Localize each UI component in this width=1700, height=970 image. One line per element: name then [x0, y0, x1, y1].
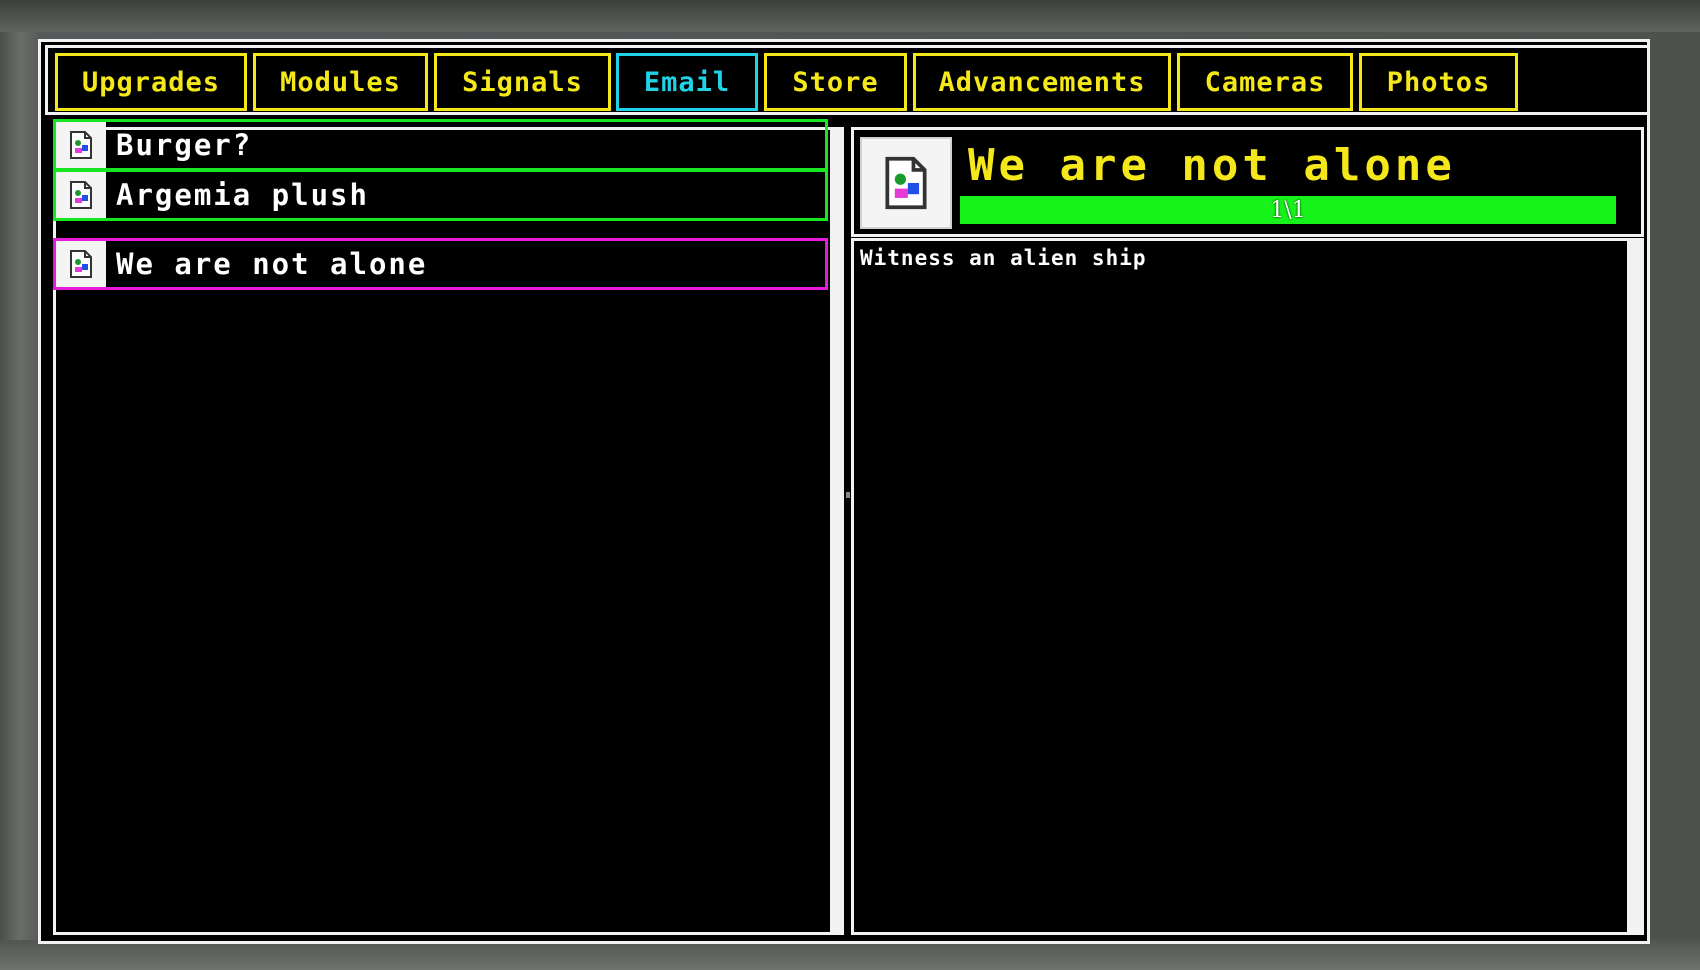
email-detail-title: We are not alone	[968, 140, 1456, 191]
email-list-item-selected[interactable]: We are not alone	[53, 238, 828, 290]
missing-image-icon	[56, 122, 106, 168]
tab-cameras[interactable]: Cameras	[1177, 53, 1353, 111]
email-detail-description: Witness an alien ship	[860, 246, 1147, 270]
tab-store[interactable]: Store	[764, 53, 907, 111]
tab-photos[interactable]: Photos	[1359, 53, 1518, 111]
email-subject: Argemia plush	[116, 178, 369, 212]
email-list-item[interactable]: Burger?	[53, 119, 828, 171]
panel-divider-handle[interactable]	[846, 492, 850, 498]
monitor-frame-top	[0, 0, 1700, 32]
tab-advancements[interactable]: Advancements	[913, 53, 1171, 111]
progress-bar: 1\1	[960, 196, 1616, 224]
email-detail-body	[851, 238, 1644, 935]
tab-signals[interactable]: Signals	[434, 53, 611, 111]
email-list-scrollbar[interactable]	[830, 127, 843, 935]
email-subject: We are not alone	[116, 247, 428, 281]
missing-image-icon	[56, 172, 106, 218]
email-subject: Burger?	[116, 128, 253, 162]
monitor-frame-bottom	[0, 940, 1700, 970]
tab-modules[interactable]: Modules	[253, 53, 428, 111]
email-list-item[interactable]: Argemia plush	[53, 169, 828, 221]
email-detail-scrollbar[interactable]	[1627, 240, 1641, 933]
missing-image-icon	[56, 241, 106, 287]
tab-email[interactable]: Email	[616, 53, 758, 111]
progress-bar-text: 1\1	[1270, 197, 1306, 223]
tab-upgrades[interactable]: Upgrades	[55, 53, 247, 111]
missing-image-icon	[860, 137, 952, 229]
